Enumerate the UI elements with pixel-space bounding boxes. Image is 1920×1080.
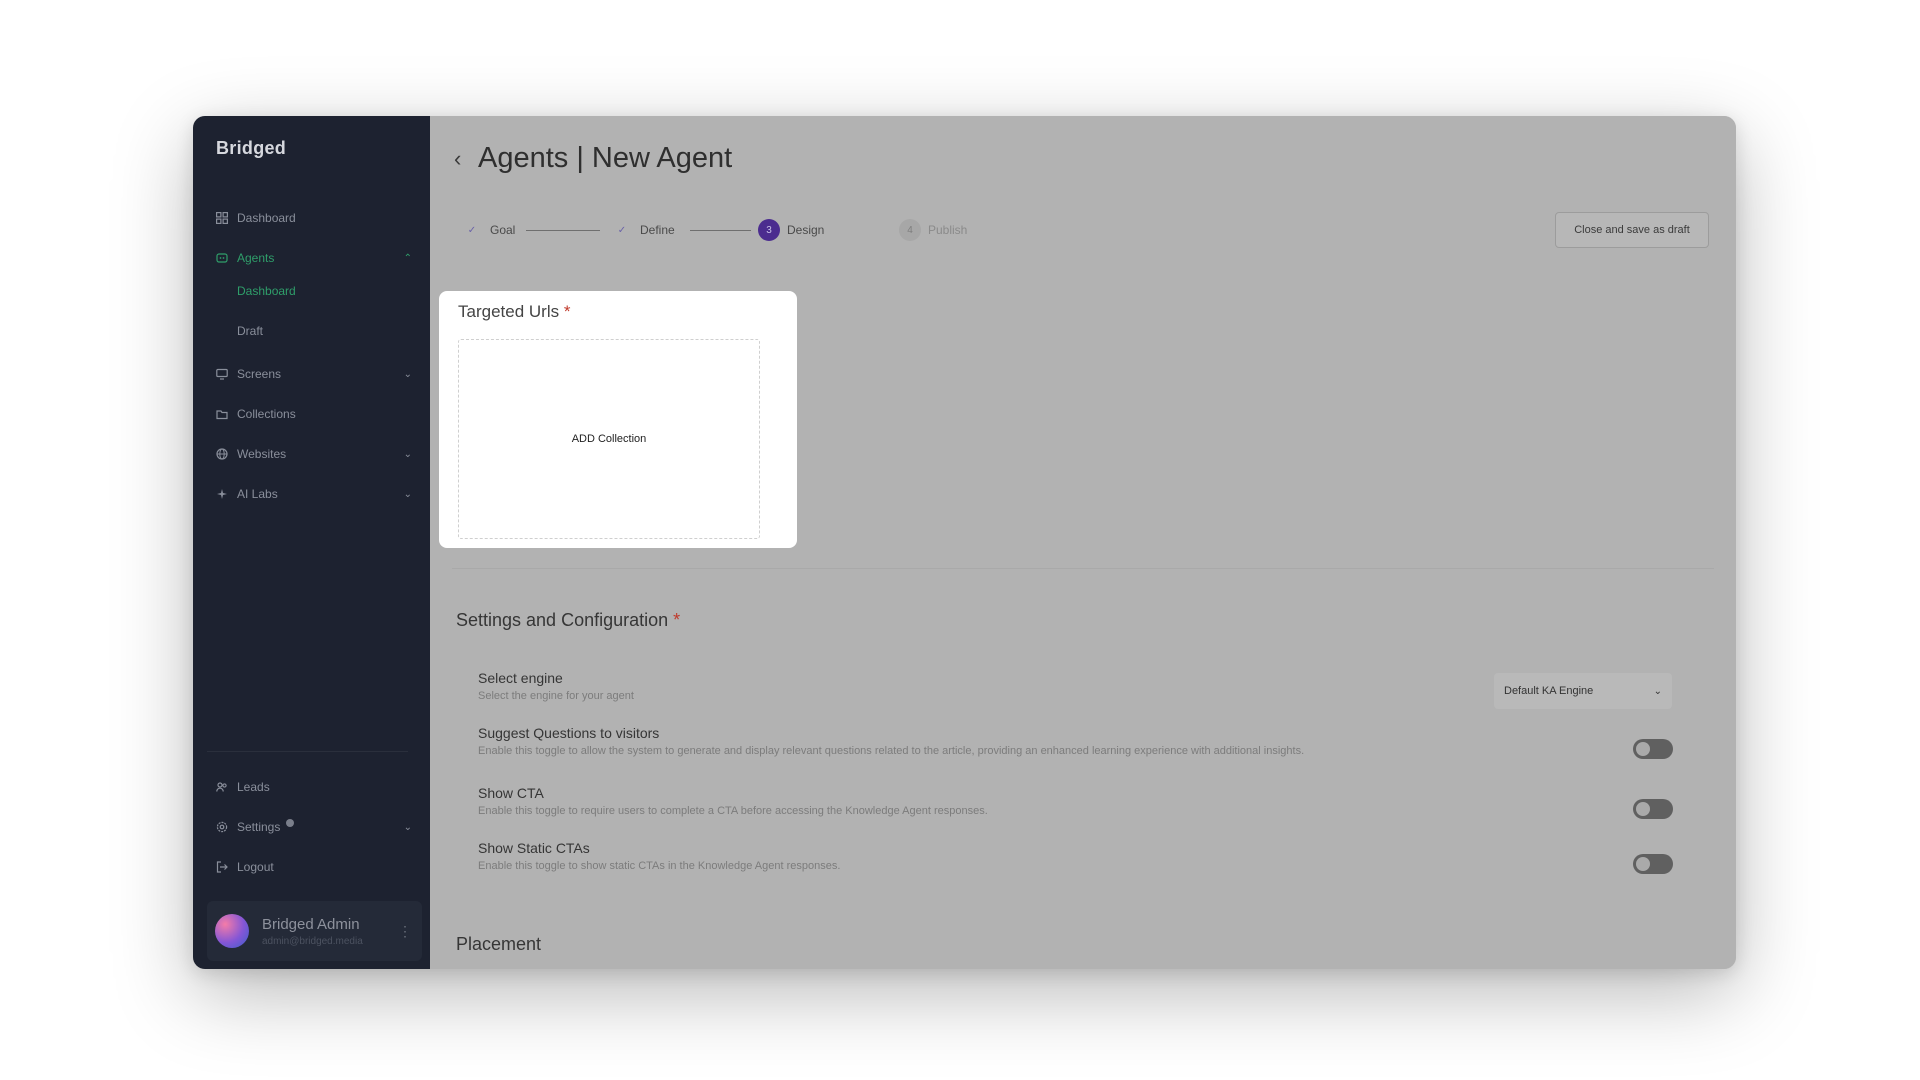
back-arrow-icon[interactable]: ‹ (454, 146, 461, 172)
step-number-badge: 3 (758, 219, 780, 241)
suggest-questions-desc: Enable this toggle to allow the system t… (478, 745, 1305, 757)
chevron-down-icon: ⌄ (403, 821, 412, 833)
nav-logout-label: Logout (237, 860, 274, 874)
nav-screens[interactable]: Screens ⌄ (215, 362, 412, 386)
nav-websites[interactable]: Websites ⌄ (215, 442, 412, 466)
logo: Bridged (216, 138, 287, 158)
add-collection-button[interactable]: ADD Collection (458, 339, 760, 539)
setting-show-cta: Show CTA Enable this toggle to require u… (478, 785, 1676, 817)
setting-suggest-questions: Suggest Questions to visitors Enable thi… (478, 725, 1676, 757)
profile-name: Bridged Admin (262, 915, 360, 933)
nav-collections[interactable]: Collections (215, 402, 412, 426)
page-title: Agents | New Agent (478, 142, 733, 174)
step-define[interactable]: ✓ Define (611, 219, 675, 241)
gear-icon (215, 821, 228, 834)
step-publish[interactable]: 4 Publish (899, 219, 967, 241)
step-goal[interactable]: ✓ Goal (461, 219, 516, 241)
app-window: Bridged Dashboard Agents ⌃ Dashboard Dra… (193, 116, 1736, 969)
chevron-up-icon: ⌃ (403, 252, 412, 264)
nav-dashboard-label: Dashboard (237, 211, 296, 225)
chevron-down-icon: ⌄ (403, 448, 412, 460)
check-icon: ✓ (467, 224, 477, 236)
user-profile[interactable]: Bridged Admin admin@bridged.media ⋮ (207, 901, 422, 961)
step-define-label: Define (640, 223, 675, 237)
settings-title: Settings and Configuration * (456, 610, 680, 631)
nav-agents-dashboard[interactable]: Dashboard (237, 284, 296, 298)
show-static-ctas-title: Show Static CTAs (478, 840, 590, 856)
show-cta-toggle[interactable] (1633, 799, 1673, 819)
step-connector (526, 230, 600, 231)
step-number-badge: 4 (899, 219, 921, 241)
sidebar: Bridged Dashboard Agents ⌃ Dashboard Dra… (193, 116, 430, 969)
section-divider (452, 568, 1714, 569)
nav-leads-label: Leads (237, 780, 270, 794)
step-publish-label: Publish (928, 223, 968, 237)
sparkle-icon (215, 488, 228, 501)
chevron-down-icon: ⌄ (403, 368, 412, 380)
suggest-questions-title: Suggest Questions to visitors (478, 725, 660, 741)
nav-screens-label: Screens (237, 367, 282, 381)
nav-leads[interactable]: Leads (215, 775, 412, 799)
step-design[interactable]: 3 Design (758, 219, 824, 241)
grid-icon (215, 212, 228, 225)
nav-settings-label: Settings (237, 820, 281, 834)
step-connector (690, 230, 751, 231)
engine-select-value: Default KA Engine (1504, 685, 1594, 697)
targeted-urls-label: Targeted Urls (458, 302, 560, 321)
step-goal-label: Goal (490, 223, 516, 237)
logout-icon (215, 861, 228, 874)
globe-icon (215, 448, 228, 461)
nav-settings[interactable]: Settings ⌄ (215, 815, 412, 839)
settings-title-label: Settings and Configuration (456, 610, 669, 630)
avatar (215, 914, 249, 948)
chevron-down-icon: ⌄ (403, 488, 412, 500)
nav-dashboard[interactable]: Dashboard (215, 206, 412, 230)
nav-websites-label: Websites (237, 447, 287, 461)
folder-icon (215, 408, 228, 421)
chevron-down-icon: ⌄ (1653, 685, 1662, 697)
monitor-icon (215, 368, 228, 381)
add-collection-label: ADD Collection (571, 433, 647, 445)
setting-show-static-ctas: Show Static CTAs Enable this toggle to s… (478, 840, 1676, 872)
nav-collections-label: Collections (237, 407, 296, 421)
engine-select[interactable]: Default KA Engine ⌄ (1494, 673, 1672, 709)
show-cta-title: Show CTA (478, 785, 544, 801)
show-static-ctas-desc: Enable this toggle to show static CTAs i… (478, 860, 841, 872)
show-cta-desc: Enable this toggle to require users to c… (478, 805, 988, 817)
more-options-icon[interactable]: ⋮ (398, 923, 412, 940)
nav-logout[interactable]: Logout (215, 855, 412, 879)
nav-agents-draft[interactable]: Draft (237, 324, 263, 338)
nav-agents[interactable]: Agents ⌃ (215, 246, 412, 270)
users-icon (215, 781, 228, 794)
required-mark: * (673, 610, 681, 630)
close-save-draft-button[interactable]: Close and save as draft (1555, 212, 1709, 248)
targeted-urls-card: Targeted Urls * ADD Collection (439, 291, 797, 548)
notification-dot (286, 819, 295, 827)
nav-agents-label: Agents (237, 251, 275, 265)
step-design-label: Design (787, 223, 825, 237)
agent-icon (215, 252, 228, 265)
main-content: ‹ Agents | New Agent ✓ Goal ✓ Define 3 D… (430, 116, 1736, 969)
placement-title: Placement (456, 934, 542, 954)
show-static-ctas-toggle[interactable] (1633, 854, 1673, 874)
sidebar-divider (207, 751, 408, 752)
profile-email: admin@bridged.media (262, 935, 363, 947)
nav-ai-labs[interactable]: AI Labs ⌄ (215, 482, 412, 506)
check-icon: ✓ (617, 224, 627, 236)
targeted-urls-title: Targeted Urls * (458, 302, 570, 322)
required-mark: * (563, 302, 571, 321)
suggest-questions-toggle[interactable] (1633, 739, 1673, 759)
nav-ai-labs-label: AI Labs (237, 487, 278, 501)
